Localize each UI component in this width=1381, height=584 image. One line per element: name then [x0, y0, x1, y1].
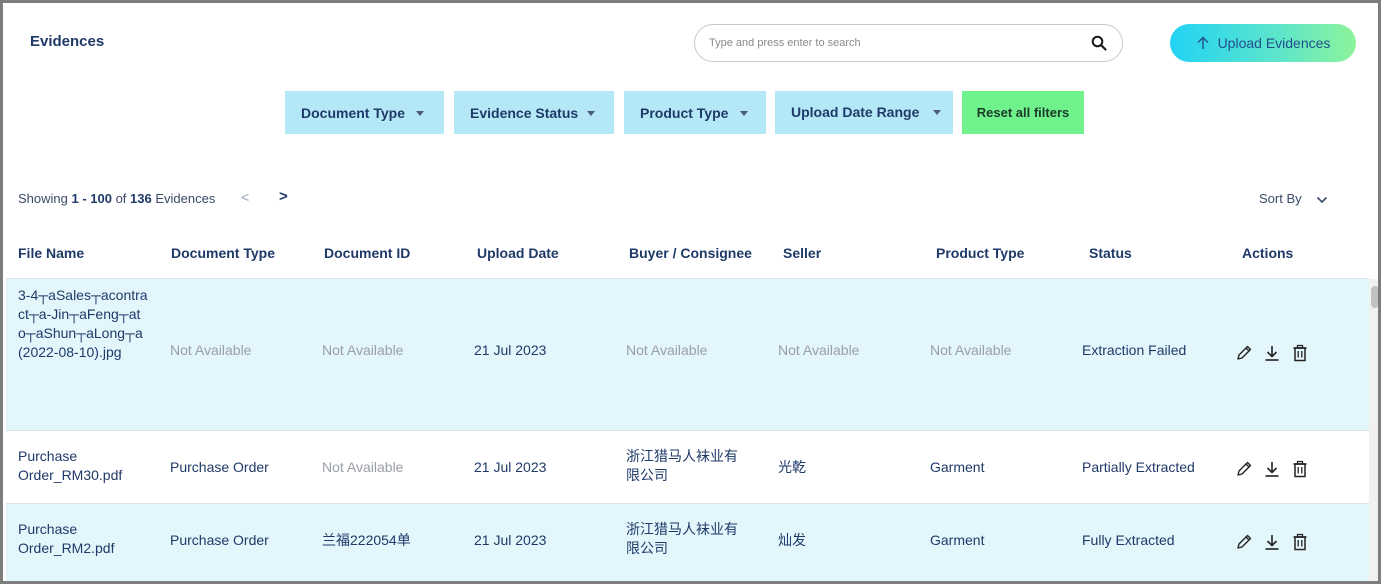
search-input[interactable] [709, 34, 1069, 52]
chevron-down-icon [740, 111, 748, 116]
column-header-document-type[interactable]: Document Type [171, 245, 275, 261]
scrollbar-thumb[interactable] [1371, 286, 1378, 308]
buyer-cell: Not Available [626, 342, 708, 358]
document-type-cell: Not Available [170, 342, 252, 358]
filter-product-type[interactable]: Product Type [624, 91, 766, 134]
upload-date-cell: 21 Jul 2023 [474, 342, 547, 358]
product-type-cell: Not Available [930, 342, 1012, 358]
upload-evidences-button[interactable]: Upload Evidences [1170, 24, 1356, 62]
filter-upload-date-range[interactable]: Upload Date Range [775, 91, 953, 134]
filter-upload-date-range-label: Upload Date Range [791, 104, 920, 120]
column-header-actions: Actions [1242, 245, 1294, 261]
table-row[interactable]: 3-4┬aSales┬acontract┬a-Jin┬aFeng┬ato┬aSh… [6, 279, 1369, 430]
trash-icon[interactable] [1291, 344, 1309, 362]
row-actions [1235, 460, 1309, 478]
column-header-status[interactable]: Status [1089, 245, 1132, 261]
buyer-cell: 浙江猎马人袜业有限公司 [626, 521, 738, 556]
pagination-prefix: Showing [18, 191, 72, 206]
pagination-suffix: Evidences [151, 191, 216, 206]
sort-by-label[interactable]: Sort By [1259, 191, 1302, 206]
page-title: Evidences [30, 33, 105, 50]
next-page-button[interactable]: > [279, 188, 288, 205]
file-name-cell[interactable]: Purchase Order_RM2.pdf [18, 520, 138, 558]
edit-pencil-icon[interactable] [1235, 533, 1253, 551]
document-id-cell: Not Available [322, 342, 404, 358]
status-cell: Extraction Failed [1082, 342, 1187, 358]
pagination-range: 1 - 100 [71, 191, 112, 206]
seller-cell: 光乾 [778, 459, 806, 475]
download-icon[interactable] [1263, 344, 1281, 362]
pagination-total: 136 [130, 191, 152, 206]
evidences-page: Evidences Upload Evidences Document Type… [0, 0, 1381, 584]
document-id-cell: 兰福222054单 [322, 532, 411, 548]
seller-cell: Not Available [778, 342, 860, 358]
table-row[interactable]: Purchase Order_RM2.pdf Purchase Order 兰福… [6, 504, 1369, 581]
buyer-cell: 浙江猎马人袜业有限公司 [626, 448, 738, 483]
edit-pencil-icon[interactable] [1235, 460, 1253, 478]
arrow-up-icon [1197, 36, 1209, 49]
status-cell: Partially Extracted [1082, 459, 1195, 475]
filter-evidence-status-label: Evidence Status [470, 104, 579, 121]
product-type-cell: Garment [930, 459, 985, 475]
chevron-down-icon [416, 111, 424, 116]
column-header-seller[interactable]: Seller [783, 245, 821, 261]
file-name-cell[interactable]: 3-4┬aSales┬acontract┬a-Jin┬aFeng┬ato┬aSh… [18, 286, 148, 362]
previous-page-button[interactable]: < [241, 189, 249, 205]
column-header-buyer-consignee[interactable]: Buyer / Consignee [629, 245, 752, 261]
product-type-cell: Garment [930, 532, 985, 548]
edit-pencil-icon[interactable] [1235, 344, 1253, 362]
column-header-product-type[interactable]: Product Type [936, 245, 1024, 261]
row-actions [1235, 344, 1309, 362]
status-cell: Fully Extracted [1082, 532, 1175, 548]
filter-product-type-label: Product Type [640, 104, 729, 121]
pagination-summary: Showing 1 - 100 of 136 Evidences [18, 191, 215, 206]
table-row[interactable]: Purchase Order_RM30.pdf Purchase Order N… [6, 431, 1369, 503]
column-header-upload-date[interactable]: Upload Date [477, 245, 559, 261]
search-icon[interactable] [1091, 35, 1107, 51]
seller-cell: 灿发 [778, 532, 806, 548]
upload-date-cell: 21 Jul 2023 [474, 532, 547, 548]
upload-date-cell: 21 Jul 2023 [474, 459, 547, 475]
document-type-cell: Purchase Order [170, 459, 269, 475]
download-icon[interactable] [1263, 533, 1281, 551]
document-id-cell: Not Available [322, 459, 404, 475]
trash-icon[interactable] [1291, 460, 1309, 478]
pagination-of: of [111, 191, 131, 206]
search-box[interactable] [694, 24, 1123, 62]
column-header-file-name[interactable]: File Name [18, 245, 84, 261]
row-actions [1235, 533, 1309, 551]
column-header-document-id[interactable]: Document ID [324, 245, 410, 261]
chevron-down-icon [933, 110, 941, 115]
filter-document-type[interactable]: Document Type [285, 91, 444, 134]
chevron-down-icon[interactable] [1316, 196, 1328, 204]
download-icon[interactable] [1263, 460, 1281, 478]
chevron-down-icon [587, 111, 595, 116]
file-name-cell[interactable]: Purchase Order_RM30.pdf [18, 447, 138, 485]
scrollbar-track[interactable] [1369, 279, 1378, 581]
trash-icon[interactable] [1291, 533, 1309, 551]
reset-all-filters-button[interactable]: Reset all filters [962, 91, 1084, 134]
upload-evidences-label: Upload Evidences [1217, 35, 1331, 51]
filter-evidence-status[interactable]: Evidence Status [454, 91, 614, 134]
filter-document-type-label: Document Type [301, 104, 405, 121]
document-type-cell: Purchase Order [170, 532, 269, 548]
